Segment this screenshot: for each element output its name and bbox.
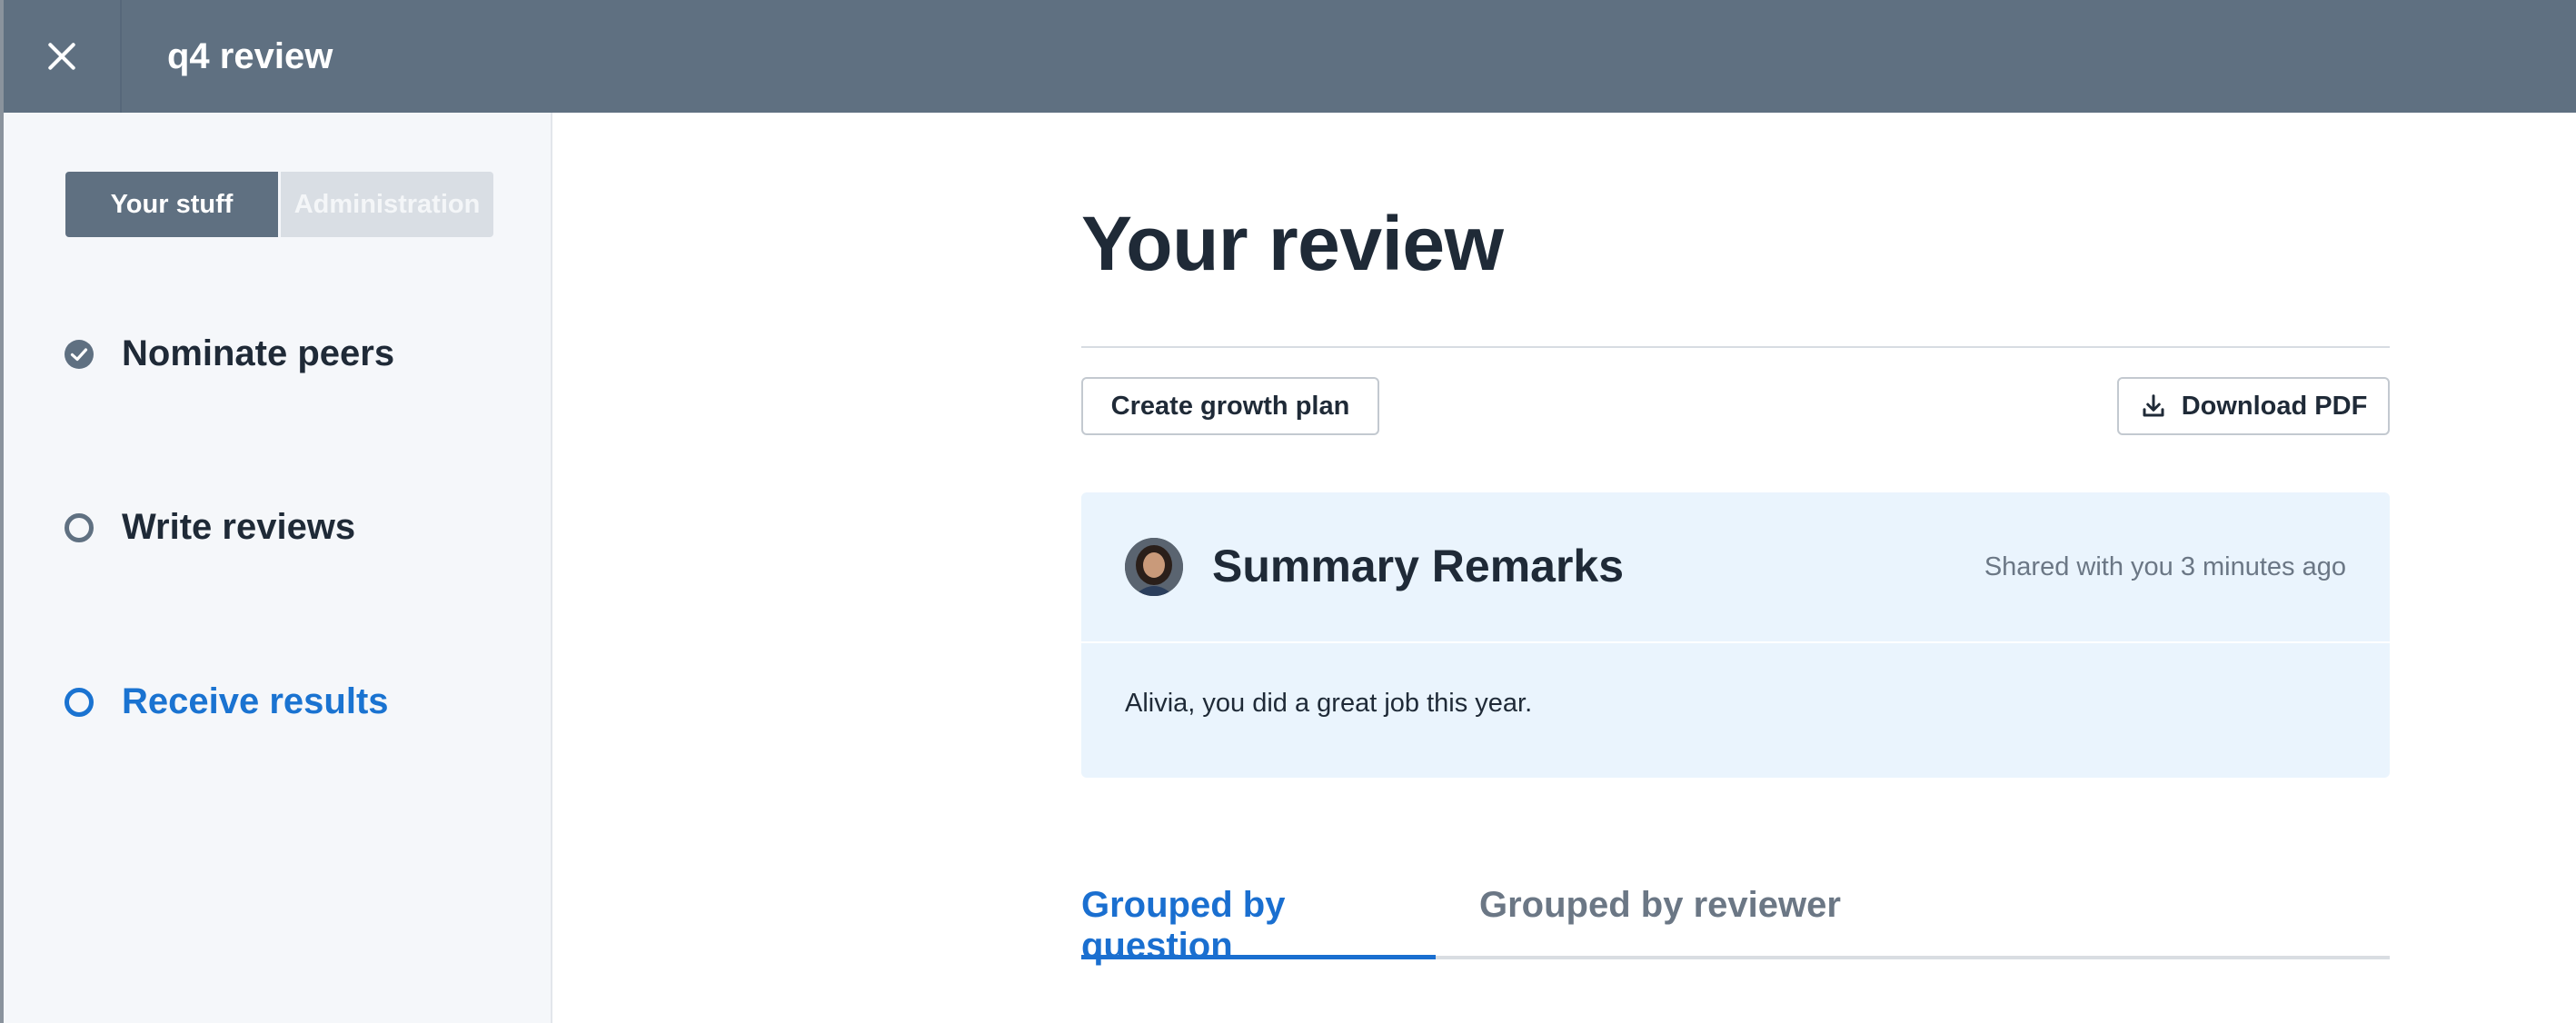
- download-pdf-label: Download PDF: [2181, 391, 2368, 421]
- tab-grouped-by-reviewer[interactable]: Grouped by reviewer: [1479, 885, 1841, 959]
- step-label: Nominate peers: [122, 333, 395, 373]
- summary-remarks-card: Summary Remarks Shared with you 3 minute…: [1081, 492, 2390, 778]
- step-write-reviews[interactable]: Write reviews: [64, 507, 355, 548]
- divider: [1081, 346, 2390, 348]
- window-title: q4 review: [167, 35, 333, 76]
- card-header: Summary Remarks Shared with you 3 minute…: [1081, 492, 2390, 643]
- close-icon: [48, 43, 75, 70]
- step-label: Write reviews: [122, 507, 356, 547]
- review-tabs: Grouped by question Grouped by reviewer: [1081, 885, 2390, 966]
- top-bar: q4 review: [4, 0, 2576, 113]
- step-label: Receive results: [122, 681, 389, 721]
- page-title: Your review: [1081, 201, 1504, 286]
- avatar: [1125, 538, 1183, 596]
- step-nominate-peers[interactable]: Nominate peers: [64, 333, 394, 374]
- check-circle-icon: [64, 339, 94, 370]
- view-toggle: Your stuff Administration: [65, 172, 493, 237]
- shared-timestamp: Shared with you 3 minutes ago: [1984, 552, 2346, 581]
- step-receive-results[interactable]: Receive results: [64, 681, 389, 722]
- segment-your-stuff[interactable]: Your stuff: [65, 172, 278, 237]
- circle-outline-icon: [64, 512, 94, 543]
- tab-grouped-by-question[interactable]: Grouped by question: [1081, 885, 1436, 966]
- summary-text: Alivia, you did a great job this year.: [1125, 689, 1533, 718]
- app-window: q4 review Your stuff Administration Nomi…: [0, 0, 2576, 1023]
- download-icon: [2143, 394, 2164, 417]
- close-button[interactable]: [4, 0, 122, 113]
- sidebar: Your stuff Administration Nominate peers…: [4, 113, 552, 1023]
- download-pdf-button[interactable]: Download PDF: [2117, 377, 2390, 435]
- card-title: Summary Remarks: [1212, 541, 1625, 591]
- circle-outline-icon: [64, 687, 94, 718]
- segment-administration[interactable]: Administration: [281, 172, 493, 237]
- create-growth-plan-button[interactable]: Create growth plan: [1081, 377, 1379, 435]
